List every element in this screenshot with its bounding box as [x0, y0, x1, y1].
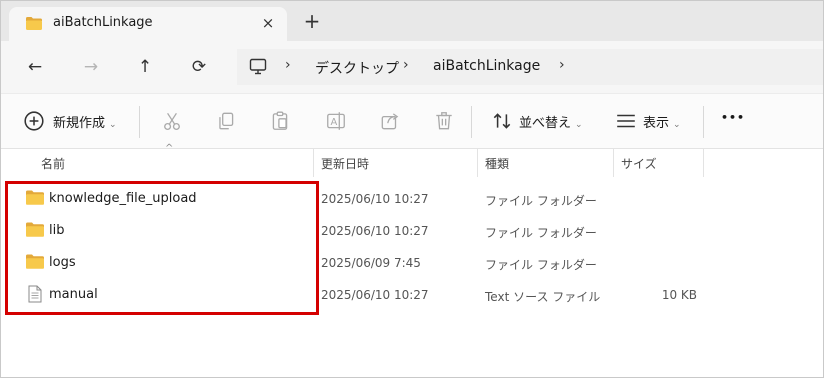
breadcrumb-item-aibatchlinkage[interactable]: aiBatchLinkage — [433, 58, 540, 74]
file-type: ファイル フォルダー — [485, 226, 597, 240]
column-resize-handle[interactable] — [313, 149, 314, 177]
view-button-label: 表示 — [643, 116, 670, 131]
navigation-bar: ← → ↑ ⟳ › デスクトップ › aiBatchLinkage › — [1, 41, 823, 93]
chevron-down-icon: ⌄ — [109, 120, 117, 130]
file-type: ファイル フォルダー — [485, 194, 597, 208]
more-options-button[interactable]: ••• — [721, 111, 745, 124]
column-resize-handle[interactable] — [613, 149, 614, 177]
new-button-label: 新規作成 — [53, 116, 106, 131]
command-bar: 新規作成 ⌄ A 並べ替え ⌄ 表示 ⌄ ••• — [1, 93, 823, 149]
up-button[interactable]: ↑ — [131, 53, 159, 81]
plus-circle-icon[interactable] — [23, 110, 45, 132]
breadcrumb-item-desktop[interactable]: デスクトップ — [315, 58, 399, 78]
column-resize-handle[interactable] — [477, 149, 478, 177]
chevron-down-icon: ⌄ — [575, 120, 583, 130]
view-button[interactable]: 表示 ⌄ — [643, 112, 681, 131]
file-modified: 2025/06/10 10:27 — [321, 192, 429, 206]
column-header-name[interactable]: 名前 — [41, 155, 65, 172]
cut-icon[interactable] — [161, 110, 183, 132]
view-icon[interactable] — [615, 110, 637, 132]
new-tab-button[interactable]: + — [299, 10, 325, 36]
monitor-icon[interactable] — [249, 58, 267, 75]
new-button[interactable]: 新規作成 ⌄ — [53, 112, 117, 131]
breadcrumb-separator[interactable]: › — [559, 57, 565, 73]
svg-text:A: A — [331, 117, 338, 128]
file-modified: 2025/06/10 10:27 — [321, 288, 429, 302]
column-resize-handle[interactable] — [703, 149, 704, 177]
sort-ascending-icon: ^ — [165, 143, 174, 154]
column-headers: ^ 名前 更新日時 種類 サイズ — [1, 143, 823, 177]
copy-icon[interactable] — [215, 110, 237, 132]
file-type: ファイル フォルダー — [485, 258, 597, 272]
back-button[interactable]: ← — [21, 53, 49, 81]
sort-button[interactable]: 並べ替え ⌄ — [519, 112, 583, 131]
sort-icon[interactable] — [491, 110, 513, 132]
column-header-size[interactable]: サイズ — [621, 155, 657, 172]
file-explorer-window: aiBatchLinkage × + ← → ↑ ⟳ › デスクトップ › ai… — [0, 0, 824, 378]
file-modified: 2025/06/10 10:27 — [321, 224, 429, 238]
trash-icon[interactable] — [433, 110, 455, 132]
file-modified: 2025/06/09 7:45 — [321, 256, 421, 270]
sort-button-label: 並べ替え — [519, 116, 572, 131]
forward-button[interactable]: → — [77, 53, 105, 81]
file-size: 10 KB — [661, 288, 697, 302]
tab-title: aiBatchLinkage — [53, 15, 153, 30]
toolbar-divider — [703, 106, 704, 138]
highlight-box — [5, 181, 319, 315]
close-tab-button[interactable]: × — [255, 10, 281, 36]
tab-strip: aiBatchLinkage × + — [1, 1, 823, 41]
paste-icon[interactable] — [269, 110, 291, 132]
breadcrumb-separator[interactable]: › — [403, 57, 409, 73]
chevron-down-icon: ⌄ — [673, 120, 681, 130]
share-icon[interactable] — [379, 110, 401, 132]
refresh-button[interactable]: ⟳ — [185, 53, 213, 81]
tab-aibatchlinkage[interactable]: aiBatchLinkage × — [9, 7, 287, 41]
folder-icon — [26, 17, 42, 30]
rename-icon[interactable]: A — [325, 110, 347, 132]
toolbar-divider — [139, 106, 140, 138]
file-type: Text ソース ファイル — [485, 290, 601, 304]
breadcrumb[interactable]: › デスクトップ › aiBatchLinkage › — [237, 49, 823, 85]
breadcrumb-separator[interactable]: › — [285, 57, 291, 73]
toolbar-divider — [471, 106, 472, 138]
column-header-modified[interactable]: 更新日時 — [321, 155, 369, 172]
column-header-type[interactable]: 種類 — [485, 155, 509, 172]
